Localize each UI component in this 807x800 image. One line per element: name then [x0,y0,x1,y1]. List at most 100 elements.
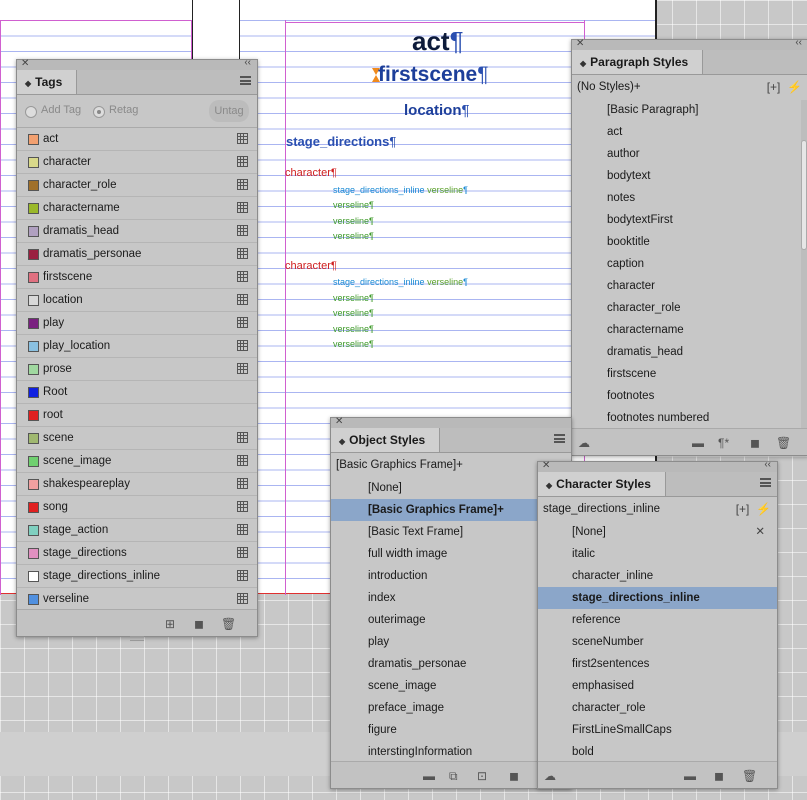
tag-map-icon[interactable] [237,156,248,167]
folder-icon[interactable]: ▬ [692,436,704,450]
tag-map-icon[interactable] [237,501,248,512]
text-firstscene[interactable]: firstscene¶ [378,63,489,87]
folder-icon[interactable]: ▬ [423,769,435,783]
character-style-item[interactable]: first2sentences [538,653,777,675]
text-verseline[interactable]: verseline¶ [333,231,374,241]
character-style-item[interactable]: emphasised [538,675,777,697]
tag-map-icon[interactable] [237,202,248,213]
panel-menu-icon[interactable] [240,76,251,85]
tag-map-icon[interactable] [237,340,248,351]
character-style-item[interactable]: FirstLineSmallCaps [538,719,777,741]
tag-item[interactable]: character_role [17,174,257,197]
tag-item[interactable]: location [17,289,257,312]
object-style-item[interactable]: full width image [331,543,571,565]
tag-item[interactable]: prose [17,358,257,381]
clear-overrides-icon[interactable]: ¶* [718,436,729,450]
tag-map-icon[interactable] [237,317,248,328]
trash-icon[interactable]: 🗑 [221,617,236,631]
folder-icon[interactable]: ▬ [684,769,696,783]
tab-paragraph-styles[interactable]: ◆ Paragraph Styles [572,50,704,74]
tag-map-icon[interactable] [237,455,248,466]
tag-item[interactable]: stage_action [17,519,257,542]
paragraph-style-item[interactable]: act [572,121,807,143]
paragraph-style-item[interactable]: character [572,275,807,297]
panel-menu-icon[interactable] [760,478,771,487]
tag-item[interactable]: dramatis_personae [17,243,257,266]
text-act[interactable]: act¶ [412,26,464,57]
paragraph-style-item[interactable]: charactername [572,319,807,341]
trash-icon[interactable]: 🗑 [742,769,757,783]
character-style-item[interactable]: stage_directions_inline [538,587,777,609]
tag-map-icon[interactable] [237,363,248,374]
tag-item[interactable]: act [17,128,257,151]
new-style-icon[interactable]: ◼ [509,769,519,783]
resize-grip[interactable] [130,636,144,641]
tag-item[interactable]: verseline [17,588,257,611]
collapse-icon[interactable]: ‹‹ [244,57,251,68]
tag-map-icon[interactable] [237,432,248,443]
tag-options-icon[interactable]: ⊞ [165,617,175,631]
tag-item[interactable]: dramatis_head [17,220,257,243]
tag-map-icon[interactable] [237,524,248,535]
object-style-item[interactable]: dramatis_personae [331,653,571,675]
retag-radio[interactable] [93,106,105,118]
tag-item[interactable]: scene_image [17,450,257,473]
text-verseline[interactable]: verseline¶ [333,324,374,334]
tag-map-icon[interactable] [237,248,248,259]
tag-item[interactable]: song [17,496,257,519]
paragraph-style-item[interactable]: firstscene [572,363,807,385]
text-inline[interactable]: stage_directions_inline verseline¶ [333,277,468,287]
text-verseline[interactable]: verseline¶ [333,308,374,318]
cloud-icon[interactable]: ☁ [544,769,556,783]
tag-map-icon[interactable] [237,593,248,604]
tag-map-icon[interactable] [237,179,248,190]
tag-map-icon[interactable] [237,570,248,581]
object-style-item[interactable]: [None] [331,477,571,499]
paragraph-style-item[interactable]: footnotes numbered [572,407,807,429]
text-verseline[interactable]: verseline¶ [333,216,374,226]
tag-item[interactable]: shakespeareplay [17,473,257,496]
clear-overrides-icon[interactable]: ⧉ [449,769,458,784]
cloud-icon[interactable]: ☁ [578,436,590,450]
character-style-item[interactable]: italic [538,543,777,565]
text-location[interactable]: location¶ [404,102,470,119]
character-style-item[interactable]: character_role [538,697,777,719]
character-style-item[interactable]: bold [538,741,777,763]
collapse-icon[interactable]: ‹‹ [764,459,771,470]
text-inline[interactable]: stage_directions_inline verseline¶ [333,185,468,195]
object-style-item[interactable]: outerimage [331,609,571,631]
collapse-icon[interactable]: ‹‹ [795,37,802,48]
tag-item[interactable]: play [17,312,257,335]
tab-tags[interactable]: ◆ Tags [17,70,78,94]
scrollbar[interactable] [801,100,807,430]
tag-map-icon[interactable] [237,225,248,236]
object-style-item[interactable]: play [331,631,571,653]
untag-button[interactable]: Untag [209,100,249,122]
text-stage-directions[interactable]: stage_directions¶ [286,134,396,149]
panel-menu-icon[interactable] [554,434,565,443]
text-verseline[interactable]: verseline¶ [333,339,374,349]
character-style-item[interactable]: sceneNumber [538,631,777,653]
object-style-item[interactable]: [Basic Text Frame] [331,521,571,543]
paragraph-style-item[interactable]: character_role [572,297,807,319]
style-header-icons[interactable]: [+] ⚡ [767,75,802,99]
trash-icon[interactable]: 🗑 [776,436,791,450]
paragraph-style-item[interactable]: booktitle [572,231,807,253]
tag-map-icon[interactable] [237,294,248,305]
tag-item[interactable]: stage_directions_inline [17,565,257,588]
object-style-item[interactable]: figure [331,719,571,741]
tag-item[interactable]: scene [17,427,257,450]
new-style-icon[interactable]: ◼ [714,769,724,783]
tag-item[interactable]: charactername [17,197,257,220]
tab-object-styles[interactable]: ◆ Object Styles [331,428,441,452]
tag-item[interactable]: firstscene [17,266,257,289]
paragraph-style-item[interactable]: [Basic Paragraph] [572,99,807,121]
scrollbar-thumb[interactable] [801,140,807,250]
paragraph-style-item[interactable]: footnotes [572,385,807,407]
object-style-item[interactable]: preface_image [331,697,571,719]
paragraph-style-item[interactable]: bodytextFirst [572,209,807,231]
object-style-item[interactable]: scene_image [331,675,571,697]
clear-attributes-icon[interactable]: ⊡ [477,769,487,783]
tag-item[interactable]: Root [17,381,257,404]
text-verseline[interactable]: verseline¶ [333,293,374,303]
